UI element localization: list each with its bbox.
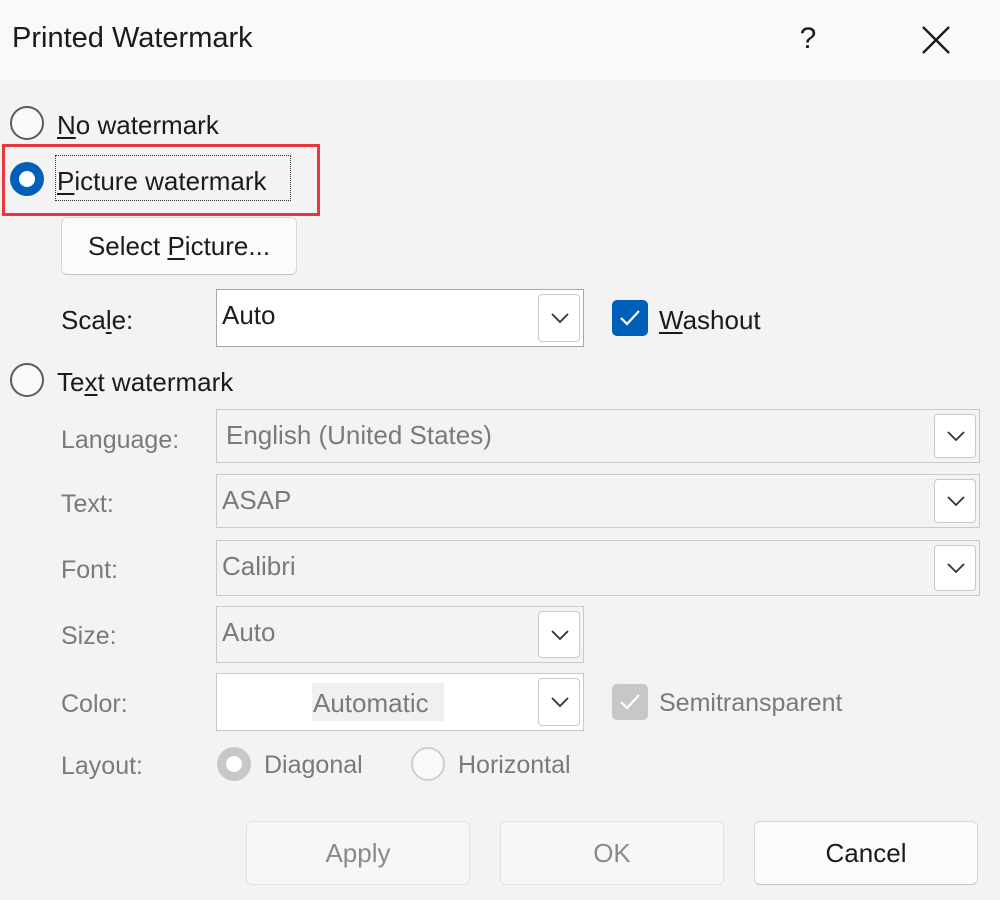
scale-label: Scale:: [61, 305, 134, 335]
scale-combobox[interactable]: Auto: [216, 289, 584, 347]
no-watermark-radio[interactable]: [10, 106, 44, 140]
layout-diagonal-label[interactable]: Diagonal: [264, 751, 363, 780]
language-label: Language:: [61, 426, 180, 454]
text-watermark-radio[interactable]: [10, 363, 44, 397]
cancel-button[interactable]: Cancel: [754, 821, 978, 885]
help-button[interactable]: ?: [788, 14, 828, 64]
chevron-down-icon: [551, 697, 569, 708]
color-label: Color:: [61, 690, 128, 718]
text-combobox[interactable]: ASAP: [216, 474, 980, 528]
chevron-down-icon: [551, 629, 569, 640]
washout-label[interactable]: Washout: [659, 305, 761, 336]
picture-watermark-radio[interactable]: [10, 162, 44, 196]
font-label: Font:: [61, 556, 118, 584]
chevron-down-icon: [947, 563, 965, 574]
layout-diagonal-radio[interactable]: [217, 747, 251, 781]
size-label: Size:: [61, 622, 117, 650]
size-combobox[interactable]: Auto: [216, 606, 584, 663]
semitransparent-checkbox[interactable]: [612, 684, 648, 720]
font-dropdown-button[interactable]: [934, 545, 976, 591]
chevron-down-icon: [947, 496, 965, 507]
language-dropdown-button[interactable]: [934, 414, 976, 458]
close-icon: [922, 26, 950, 54]
scale-value: Auto: [222, 300, 276, 330]
color-value: Automatic: [313, 688, 429, 718]
close-button[interactable]: [910, 16, 960, 66]
text-dropdown-button[interactable]: [934, 479, 976, 523]
no-watermark-label[interactable]: No watermark: [57, 110, 219, 141]
layout-label: Layout:: [61, 752, 144, 780]
semitransparent-label[interactable]: Semitransparent: [659, 689, 842, 718]
color-combobox[interactable]: Automatic: [216, 673, 584, 731]
language-value: English (United States): [226, 420, 492, 450]
select-picture-button[interactable]: Select Picture...: [61, 217, 297, 275]
printed-watermark-dialog: Printed Watermark ? No watermark Picture…: [0, 0, 1000, 900]
washout-checkbox[interactable]: [612, 300, 648, 336]
text-label: Text:: [61, 490, 114, 518]
picture-watermark-label[interactable]: Picture watermark: [57, 166, 267, 197]
ok-button[interactable]: OK: [500, 821, 724, 885]
title-bar: Printed Watermark ?: [0, 0, 1000, 80]
font-value: Calibri: [222, 551, 296, 581]
apply-button[interactable]: Apply: [246, 821, 470, 885]
language-combobox[interactable]: English (United States): [216, 409, 980, 463]
chevron-down-icon: [947, 431, 965, 442]
text-value: ASAP: [222, 485, 292, 515]
checkmark-icon: [620, 694, 640, 710]
font-combobox[interactable]: Calibri: [216, 540, 980, 596]
dialog-title: Printed Watermark: [12, 22, 253, 54]
layout-horizontal-radio[interactable]: [411, 747, 445, 781]
text-watermark-label[interactable]: Text watermark: [57, 367, 233, 398]
size-dropdown-button[interactable]: [538, 611, 580, 658]
layout-horizontal-label[interactable]: Horizontal: [458, 751, 571, 780]
checkmark-icon: [620, 310, 640, 326]
size-value: Auto: [222, 617, 276, 647]
color-dropdown-button[interactable]: [538, 678, 580, 726]
chevron-down-icon: [551, 313, 569, 324]
scale-dropdown-button[interactable]: [538, 294, 580, 342]
